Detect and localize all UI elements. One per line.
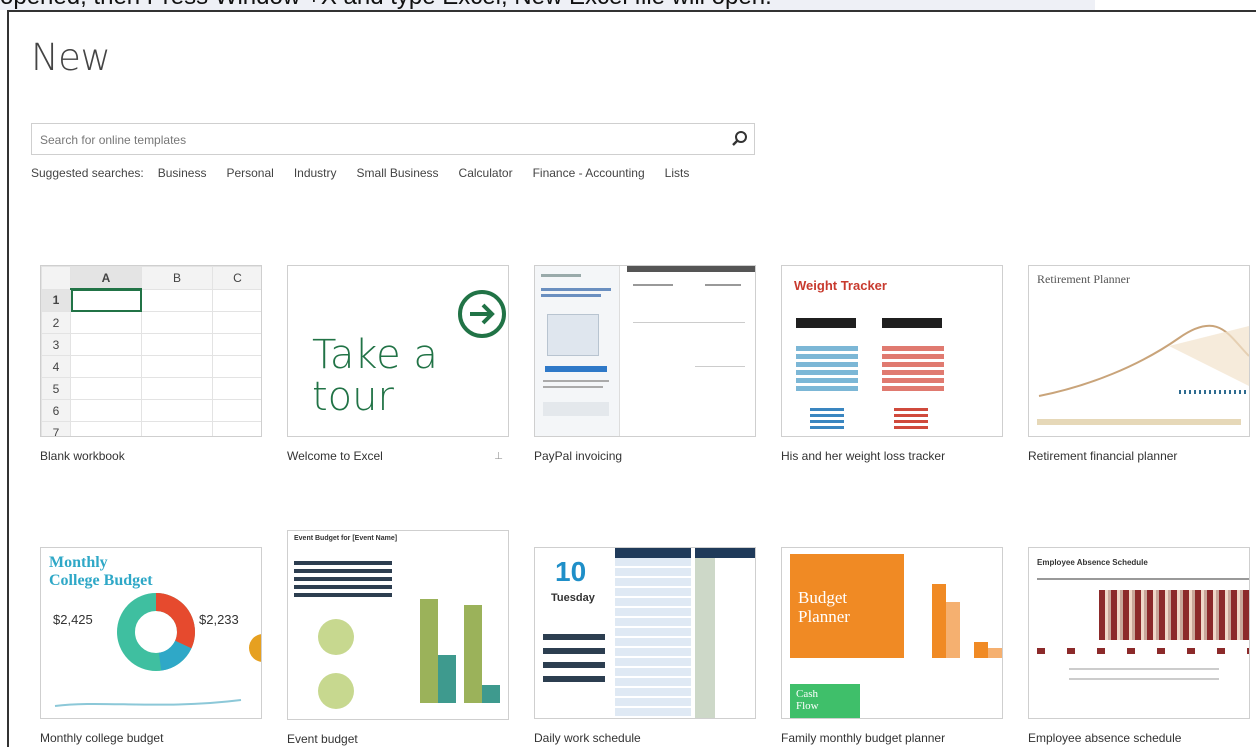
template-tile-weight-tracker[interactable]: Weight Tracker His and her weight loss t… xyxy=(781,265,1003,463)
template-thumbnail[interactable]: Budget Planner Cash Flow xyxy=(781,547,1003,719)
template-tile-employee-absence-schedule[interactable]: Employee Absence Schedule Employee absen… xyxy=(1028,547,1250,745)
template-thumbnail[interactable]: A B C 1 2 3 4 5 6 7 xyxy=(40,265,262,437)
template-label: Event budget xyxy=(287,732,358,746)
template-label: Blank workbook xyxy=(40,449,125,463)
search-icon[interactable] xyxy=(730,129,750,149)
suggested-link-personal[interactable]: Personal xyxy=(226,166,273,180)
suggested-link-calculator[interactable]: Calculator xyxy=(459,166,513,180)
template-label: Monthly college budget xyxy=(40,731,164,745)
event-bar-chart-graphic xyxy=(400,553,508,713)
template-label: Retirement financial planner xyxy=(1028,449,1178,463)
pin-icon[interactable]: ⊥ xyxy=(494,451,503,462)
template-label: His and her weight loss tracker xyxy=(781,449,946,463)
template-thumbnail[interactable]: Take a tour xyxy=(287,265,509,437)
template-search-box xyxy=(31,123,755,156)
donut-chart-graphic xyxy=(54,593,261,707)
suggested-searches: Suggested searches: Business Personal In… xyxy=(31,166,709,180)
paypal-sidebar xyxy=(535,266,620,436)
caption-text: opened, then Press Window +X and type Ex… xyxy=(0,0,772,10)
page-title: New xyxy=(31,36,111,79)
template-label: Welcome to Excel xyxy=(287,449,383,463)
template-thumbnail[interactable]: 10 Tuesday xyxy=(534,547,756,719)
template-thumbnail[interactable]: Employee Absence Schedule xyxy=(1028,547,1250,719)
template-label: Employee absence schedule xyxy=(1028,731,1182,745)
template-tile-monthly-college-budget[interactable]: Monthly College Budget $2,425 $2,233 Mon… xyxy=(40,547,262,745)
template-label: PayPal invoicing xyxy=(534,449,623,463)
template-tile-welcome-to-excel[interactable]: Take a tour Welcome to Excel ⊥ xyxy=(287,265,509,463)
template-label: Daily work schedule xyxy=(534,731,641,745)
template-tile-event-budget[interactable]: Event Budget for [Event Name] Event budg… xyxy=(287,530,509,746)
selected-cell xyxy=(70,288,142,312)
template-thumbnail[interactable]: Weight Tracker xyxy=(781,265,1003,437)
suggested-searches-label: Suggested searches: xyxy=(31,166,144,180)
backstage-new-pane: New Suggested searches: Business Persona… xyxy=(7,10,1256,747)
event-budget-title: Event Budget for [Event Name] xyxy=(294,535,398,542)
retirement-chart-graphic xyxy=(1037,324,1249,425)
template-thumbnail[interactable]: Retirement Planner xyxy=(1028,265,1250,437)
suggested-link-small-business[interactable]: Small Business xyxy=(357,166,439,180)
template-thumbnail[interactable]: Monthly College Budget $2,425 $2,233 xyxy=(40,547,262,719)
template-tile-blank-workbook[interactable]: A B C 1 2 3 4 5 6 7 Blank workbook xyxy=(40,265,262,463)
template-tile-paypal-invoicing[interactable]: PayPal invoicing xyxy=(534,265,756,463)
suggested-link-lists[interactable]: Lists xyxy=(665,166,690,180)
suggested-link-business[interactable]: Business xyxy=(158,166,207,180)
template-thumbnail[interactable] xyxy=(534,265,756,437)
template-tile-retirement-planner[interactable]: Retirement Planner Retirement financial … xyxy=(1028,265,1250,463)
template-tile-family-budget-planner[interactable]: Budget Planner Cash Flow Family monthly … xyxy=(781,547,1003,745)
take-a-tour-text: Take a tour xyxy=(312,332,438,420)
weight-tracker-title: Weight Tracker xyxy=(794,278,887,293)
template-search-input[interactable] xyxy=(38,124,722,156)
suggested-link-industry[interactable]: Industry xyxy=(294,166,337,180)
caption-strip: opened, then Press Window +X and type Ex… xyxy=(0,0,1095,10)
budget-bar-chart-graphic xyxy=(910,568,1002,658)
absence-schedule-title: Employee Absence Schedule xyxy=(1037,558,1148,567)
arrow-right-circle-icon xyxy=(456,288,508,345)
template-label: Family monthly budget planner xyxy=(781,731,946,745)
template-tile-daily-work-schedule[interactable]: 10 Tuesday Daily work schedule xyxy=(534,547,756,745)
template-thumbnail[interactable]: Event Budget for [Event Name] xyxy=(287,530,509,720)
suggested-link-finance-accounting[interactable]: Finance - Accounting xyxy=(533,166,645,180)
